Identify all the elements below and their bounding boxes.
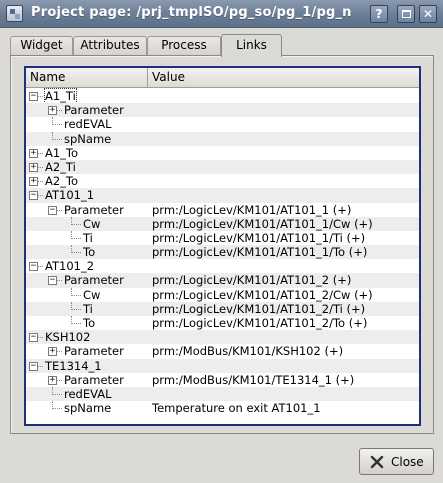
tree-item-name: redEVAL xyxy=(64,386,112,401)
window-close-button[interactable]: ✕ xyxy=(419,5,437,23)
collapse-icon[interactable]: − xyxy=(29,92,38,101)
tree-row[interactable]: + Parameter prm:/ModBus/KM101/KSH102 (+) xyxy=(26,344,419,358)
tree-row[interactable]: − AT101_2 xyxy=(26,259,419,273)
tree-row[interactable]: + Parameter prm:/ModBus/KM101/TE1314_1 (+) xyxy=(26,373,419,387)
collapse-icon[interactable]: − xyxy=(48,205,57,215)
tree-row[interactable]: − KSH102 xyxy=(26,330,419,345)
help-button[interactable]: ? xyxy=(370,5,388,23)
tree-row[interactable]: + A2_To xyxy=(26,174,419,188)
tree-item-name: AT101_2 xyxy=(45,259,95,274)
tab-process[interactable]: Process xyxy=(147,36,221,55)
tree-item-value: prm:/LogicLev/KM101/AT101_1/Ti (+) xyxy=(152,230,366,245)
tree-item-name: Parameter xyxy=(64,344,124,359)
tree-row[interactable]: − TE1314_1 xyxy=(26,358,419,373)
tree-item-name: spName xyxy=(64,401,112,416)
tree-row[interactable]: spName xyxy=(26,131,419,146)
tree-item-name: Parameter xyxy=(64,273,124,288)
collapse-icon[interactable]: − xyxy=(29,262,38,272)
collapse-icon[interactable]: − xyxy=(29,333,38,343)
title-bar[interactable]: Project page: /prj_tmplSO/pg_so/pg_1/pg_… xyxy=(0,0,443,28)
tree-row[interactable]: To prm:/LogicLev/KM101/AT101_1/To (+) xyxy=(26,245,419,260)
expand-icon[interactable]: + xyxy=(48,375,57,385)
collapse-icon[interactable]: − xyxy=(29,361,38,371)
tree-row[interactable]: redEVAL xyxy=(26,117,419,131)
tree-item-value: prm:/LogicLev/KM101/AT101_2/Ti (+) xyxy=(152,301,366,316)
tree-row[interactable]: spName Temperature on exit AT101_1 xyxy=(26,401,419,415)
tree-item-value: prm:/LogicLev/KM101/AT101_1 (+) xyxy=(152,202,352,217)
tree-item-value: prm:/LogicLev/KM101/AT101_2 (+) xyxy=(152,273,352,288)
tree-row[interactable]: − AT101_1 xyxy=(26,188,419,203)
tree-item-name: A1_To xyxy=(45,145,79,160)
tree-row[interactable]: Ti prm:/LogicLev/KM101/AT101_1/Ti (+) xyxy=(26,230,419,245)
tree-row[interactable]: Cw prm:/LogicLev/KM101/AT101_2/Cw (+) xyxy=(26,287,419,302)
links-tree[interactable]: Name Value − A1_Ti + Parameter redEVAL spName… xyxy=(24,66,421,426)
window-title: Project page: /prj_tmplSO/pg_so/pg_1/pg_… xyxy=(31,5,352,20)
tree-item-name: redEVAL xyxy=(64,117,112,132)
close-button-label: Close xyxy=(391,455,424,469)
tree-row[interactable]: − A1_Ti xyxy=(26,88,419,104)
tree-item-name: Cw xyxy=(83,216,101,231)
column-header-name[interactable]: Name xyxy=(26,68,148,88)
tree-item-name: Parameter xyxy=(64,103,124,118)
tree-row[interactable]: + Parameter xyxy=(26,103,419,118)
expand-icon[interactable]: + xyxy=(29,148,38,158)
maximize-button[interactable] xyxy=(397,5,415,23)
tree-item-name: Ti xyxy=(83,230,93,245)
tree-item-name: Parameter xyxy=(64,202,124,217)
tree-item-name: A2_Ti xyxy=(45,159,76,174)
tree-item-value: Temperature on exit AT101_1 xyxy=(152,401,321,416)
tree-rows: − A1_Ti + Parameter redEVAL spName + A1_To + A2_T… xyxy=(26,88,419,415)
tree-item-name: TE1314_1 xyxy=(45,358,102,373)
expand-icon[interactable]: + xyxy=(29,177,38,187)
tree-row[interactable]: + A1_To xyxy=(26,146,419,160)
tree-row[interactable]: redEVAL xyxy=(26,386,419,402)
x-close-icon xyxy=(370,455,384,469)
tree-item-name: To xyxy=(83,245,96,260)
tree-item-name: Cw xyxy=(83,287,101,302)
tree-item-name: KSH102 xyxy=(45,330,91,345)
maximize-icon xyxy=(402,10,411,18)
window-icon[interactable] xyxy=(6,5,23,22)
expand-icon[interactable]: + xyxy=(48,347,57,357)
tree-row[interactable]: Cw prm:/LogicLev/KM101/AT101_1/Cw (+) xyxy=(26,216,419,231)
tree-header: Name Value xyxy=(26,68,419,88)
tree-item-name: spName xyxy=(64,131,112,146)
tree-item-name: A1_Ti xyxy=(44,88,77,104)
expand-icon[interactable]: + xyxy=(48,106,57,116)
tree-row[interactable]: To prm:/LogicLev/KM101/AT101_2/To (+) xyxy=(26,316,419,330)
tree-item-value: prm:/LogicLev/KM101/AT101_1/To (+) xyxy=(152,245,368,260)
expand-icon[interactable]: + xyxy=(29,162,38,172)
tree-row[interactable]: − Parameter prm:/LogicLev/KM101/AT101_1 (+… xyxy=(26,203,419,217)
tree-item-value: prm:/LogicLev/KM101/AT101_2/Cw (+) xyxy=(152,287,373,302)
links-panel: Name Value − A1_Ti + Parameter redEVAL spName… xyxy=(10,55,434,434)
tree-row[interactable]: Ti prm:/LogicLev/KM101/AT101_2/Ti (+) xyxy=(26,301,419,316)
tree-item-value: prm:/ModBus/KM101/TE1314_1 (+) xyxy=(152,372,355,387)
collapse-icon[interactable]: − xyxy=(48,276,57,286)
close-button[interactable]: Close xyxy=(359,448,434,475)
tree-item-name: AT101_1 xyxy=(45,188,95,203)
collapse-icon[interactable]: − xyxy=(29,191,38,201)
tab-links[interactable]: Links xyxy=(221,34,282,57)
column-header-value[interactable]: Value xyxy=(148,68,419,88)
tree-item-name: To xyxy=(83,316,96,330)
tree-item-name: A2_To xyxy=(45,174,79,189)
tree-row[interactable]: − Parameter prm:/LogicLev/KM101/AT101_2 (+… xyxy=(26,273,419,288)
tree-item-name: Ti xyxy=(83,301,93,316)
tree-row[interactable]: + A2_Ti xyxy=(26,159,419,175)
tree-item-value: prm:/LogicLev/KM101/AT101_2/To (+) xyxy=(152,316,368,330)
tree-item-value: prm:/ModBus/KM101/KSH102 (+) xyxy=(152,344,344,359)
tree-item-name: Parameter xyxy=(64,372,124,387)
tab-widget[interactable]: Widget xyxy=(10,36,73,55)
tree-item-value: prm:/LogicLev/KM101/AT101_1/Cw (+) xyxy=(152,216,373,231)
tab-attributes[interactable]: Attributes xyxy=(73,36,147,55)
